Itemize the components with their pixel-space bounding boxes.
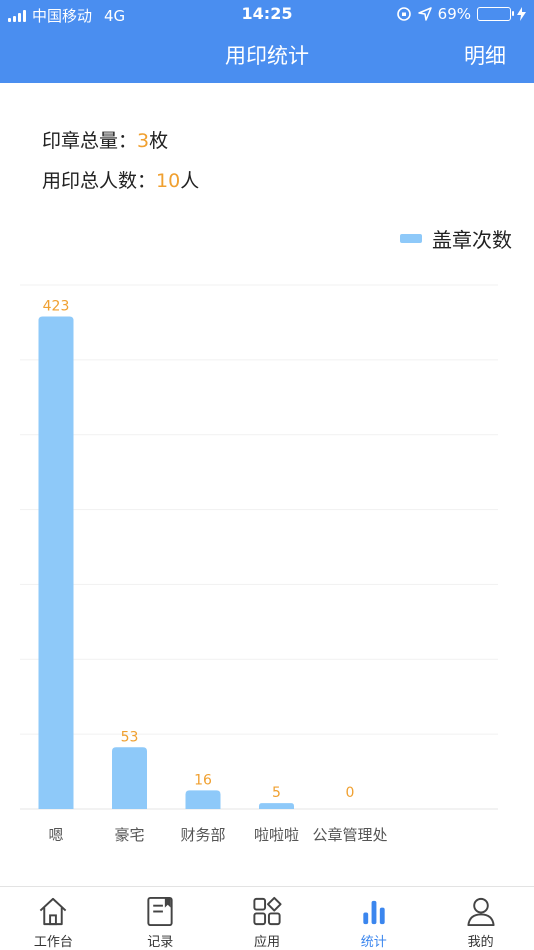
chart-legend: 盖章次数 <box>400 224 512 253</box>
stats-icon <box>363 900 385 925</box>
bar-value-label: 53 <box>121 729 139 745</box>
bar-value-label: 0 <box>346 785 355 801</box>
seal-total-value: 3 <box>137 130 150 152</box>
tab-profile[interactable]: 我的 <box>427 887 534 950</box>
tab-workbench[interactable]: 工作台 <box>0 887 107 950</box>
bar[interactable] <box>112 747 147 809</box>
bar-value-label: 16 <box>194 772 212 788</box>
bar[interactable] <box>259 803 294 809</box>
home-icon <box>40 897 67 926</box>
seal-total-row: 印章总量：3枚 <box>42 128 199 168</box>
apps-icon <box>253 896 282 926</box>
x-tick-label: 豪宅 <box>114 826 144 844</box>
x-tick-label: 啦啦啦 <box>254 826 299 844</box>
legend-label: 盖章次数 <box>432 228 512 252</box>
user-total-row: 用印总人数：10人 <box>42 168 199 208</box>
bar-value-label: 423 <box>43 298 70 314</box>
user-total-label: 用印总人数： <box>42 170 157 192</box>
tab-stats-label: 统计 <box>360 935 387 950</box>
bar[interactable] <box>185 790 221 809</box>
page-title: 用印统计 <box>225 44 309 68</box>
charging-icon <box>517 7 526 21</box>
profile-icon <box>466 897 495 927</box>
battery-icon <box>477 7 514 21</box>
user-total-unit: 人 <box>180 170 200 192</box>
tab-records-label: 记录 <box>147 935 174 950</box>
tab-stats[interactable]: 统计 <box>320 887 427 950</box>
bar[interactable] <box>38 316 74 809</box>
tab-bar: 工作台 记录 应用 统计 我的 <box>0 886 534 950</box>
tab-profile-label: 我的 <box>467 935 494 950</box>
battery-percent: 69% <box>437 5 471 23</box>
x-tick-label: 公章管理处 <box>312 826 387 844</box>
location-icon <box>417 7 432 21</box>
seal-total-label: 印章总量： <box>42 130 138 152</box>
legend-swatch <box>400 234 422 243</box>
tab-apps[interactable]: 应用 <box>214 887 321 950</box>
record-icon <box>147 896 173 927</box>
details-button[interactable]: 明细 <box>464 40 506 70</box>
user-total-value: 10 <box>156 170 181 192</box>
summary-panel: 印章总量：3枚 用印总人数：10人 <box>42 128 199 208</box>
bar-value-label: 5 <box>272 785 281 801</box>
tab-apps-label: 应用 <box>253 935 280 950</box>
x-tick-label: 嗯 <box>48 826 63 844</box>
tab-workbench-label: 工作台 <box>33 935 73 950</box>
rotation-lock-icon <box>396 7 411 21</box>
tab-records[interactable]: 记录 <box>107 887 214 950</box>
seal-total-unit: 枚 <box>149 130 169 152</box>
x-tick-label: 财务部 <box>180 826 225 844</box>
status-bar: 中国移动 4G 14:25 69% <box>0 0 534 28</box>
app-header: 中国移动 4G 14:25 69% 用印统计 明细 <box>0 0 534 83</box>
bar-chart: 423 嗯 53 豪宅 16 财务部 5 啦啦啦 0 公章管理处 <box>20 284 498 844</box>
